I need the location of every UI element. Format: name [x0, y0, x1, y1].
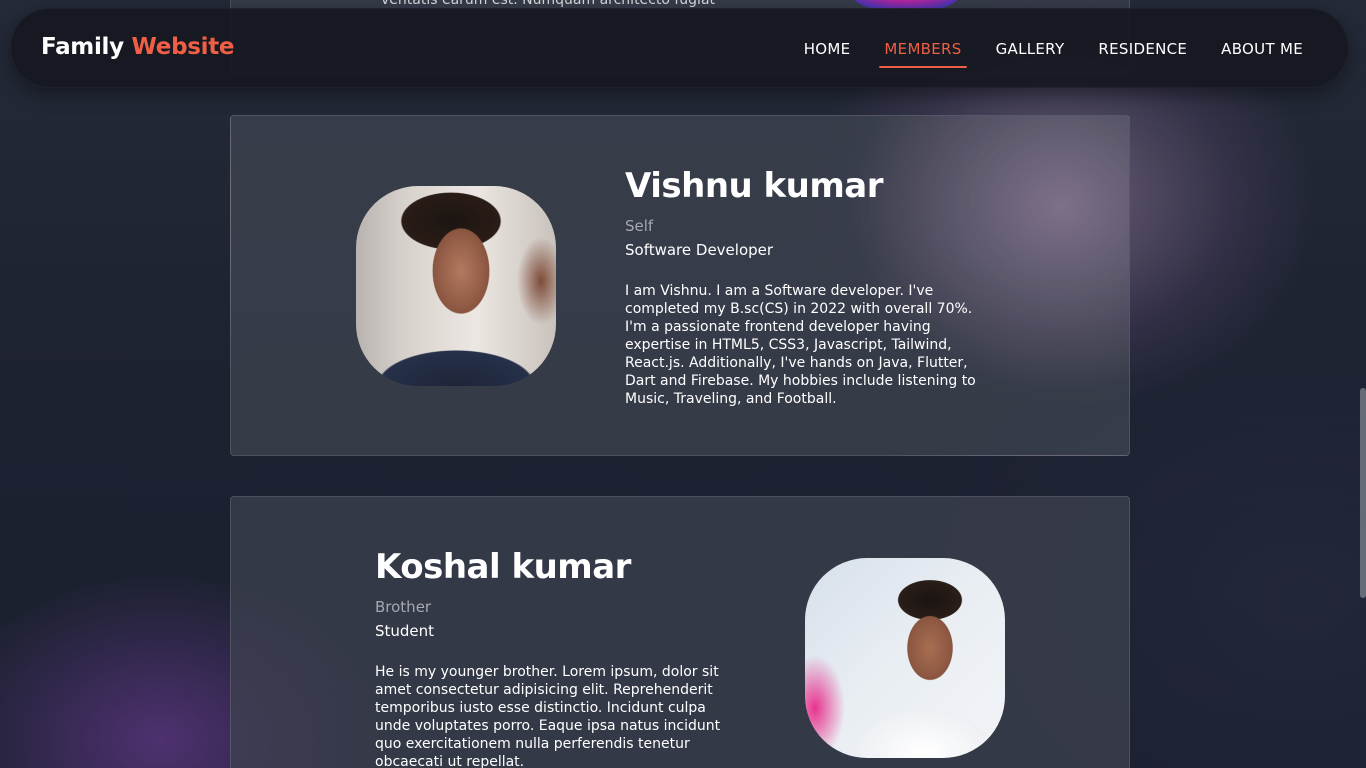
nav-link-residence[interactable]: RESIDENCE [1081, 40, 1204, 58]
member-relation: Brother [375, 598, 432, 616]
member-role: Software Developer [625, 241, 774, 259]
member-name: Vishnu kumar [625, 166, 884, 206]
member-relation: Self [625, 217, 654, 235]
member-role: Student [375, 622, 435, 640]
logo-text-family: Family [41, 34, 124, 60]
member-name: Koshal kumar [375, 547, 631, 587]
nav-link-home[interactable]: HOME [787, 40, 868, 58]
member-card: Vishnu kumar Self Software Developer I a… [230, 115, 1130, 456]
nav-link-members[interactable]: MEMBERS [867, 40, 978, 68]
member-photo [805, 558, 1005, 758]
page-scrollbar[interactable] [1360, 388, 1366, 598]
member-bio: I am Vishnu. I am a Software developer. … [625, 283, 976, 407]
member-info: Vishnu kumar Self Software Developer I a… [625, 164, 1005, 408]
site-logo[interactable]: Family Website [41, 34, 235, 60]
member-bio: He is my younger brother. Lorem ipsum, d… [375, 664, 721, 768]
member-card: Koshal kumar Brother Student He is my yo… [230, 496, 1130, 768]
nav-link-about-me[interactable]: ABOUT ME [1204, 40, 1320, 58]
nav-links: HOME MEMBERS GALLERY RESIDENCE ABOUT ME [787, 9, 1320, 89]
nav-link-gallery[interactable]: GALLERY [979, 40, 1082, 58]
logo-text-website: Website [131, 34, 235, 60]
member-info: Koshal kumar Brother Student He is my yo… [375, 545, 755, 768]
member-photo [356, 186, 556, 386]
navbar: Family Website HOME MEMBERS GALLERY RESI… [10, 8, 1349, 88]
